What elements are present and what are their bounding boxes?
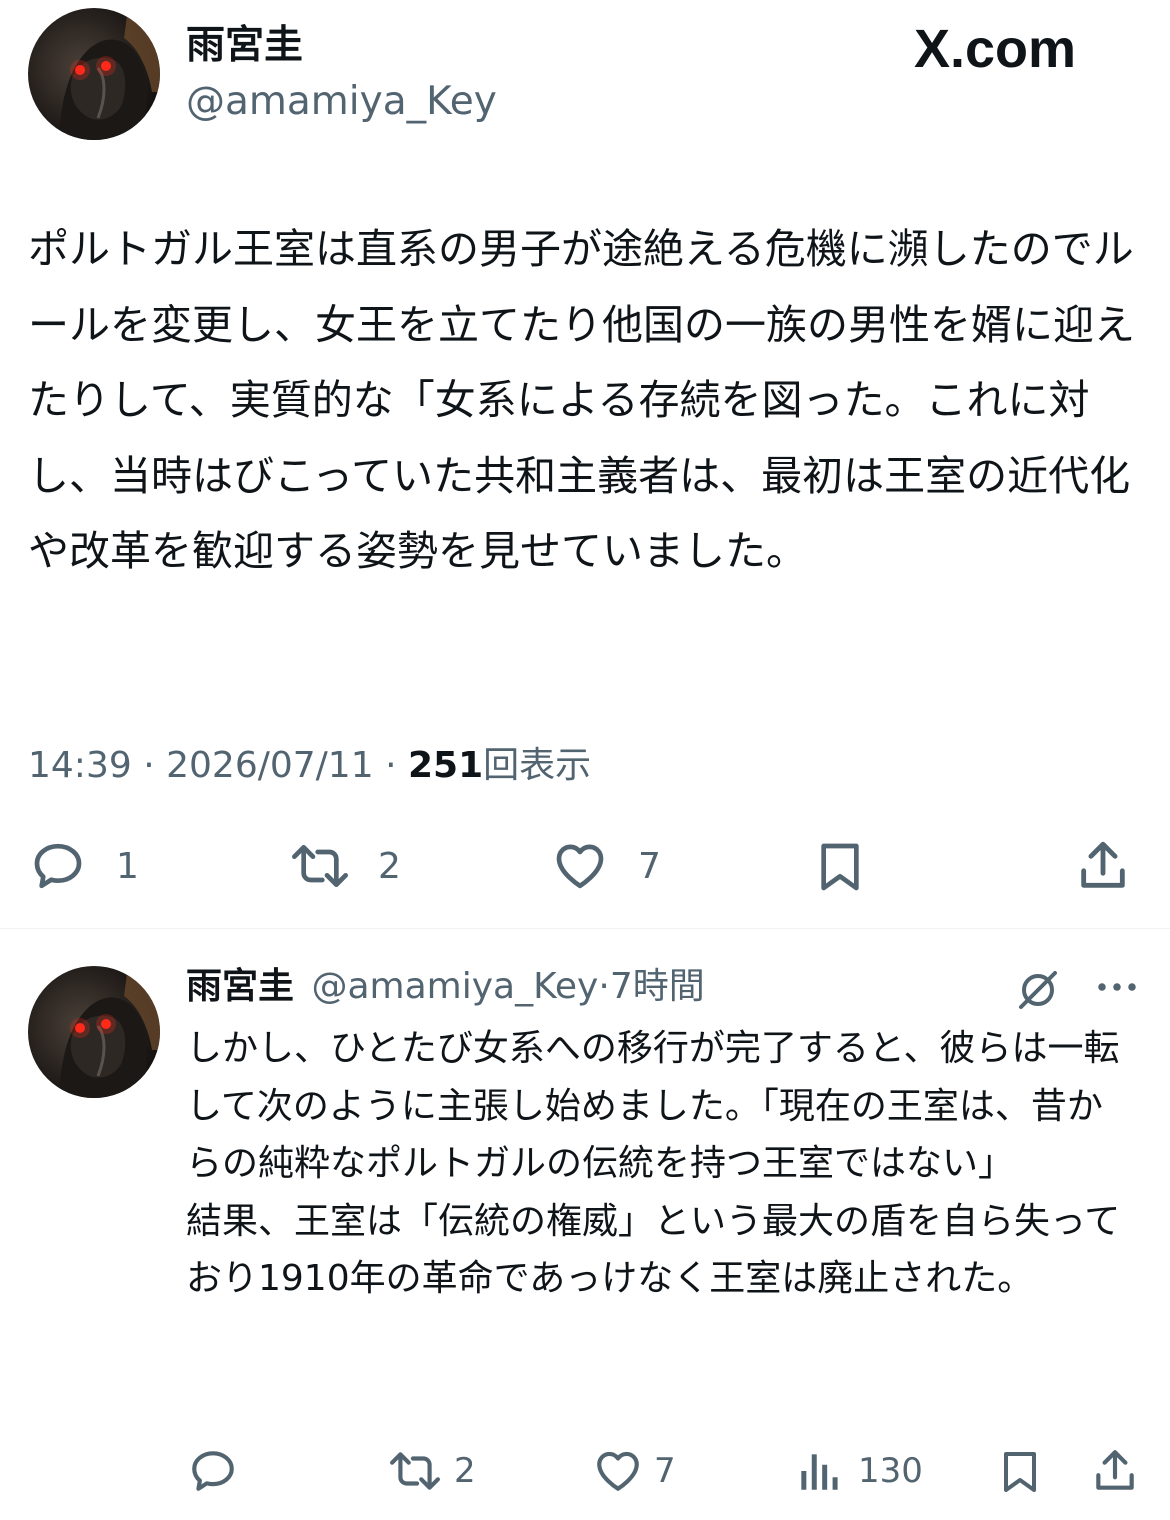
- share-icon: [1096, 1450, 1134, 1490]
- views-count: 251: [407, 745, 484, 786]
- reply-like-count: 7: [654, 1451, 676, 1491]
- tweet-text: ポルトガル王室は直系の男子が途絶える危機に瀕したのでルールを変更し、女王を立てた…: [28, 225, 1135, 575]
- grok-button[interactable]: [1014, 966, 1062, 1018]
- views-label: 回表示: [483, 745, 592, 786]
- meta-separator: ·: [385, 745, 397, 786]
- more-icon: [1098, 983, 1136, 991]
- author-handle[interactable]: @amamiya_Key: [186, 78, 497, 126]
- reply-header: 雨宮圭 @amamiya_Key·7時間: [186, 962, 705, 1012]
- tweet-time[interactable]: 14:39: [28, 745, 132, 786]
- reply-reply-button[interactable]: [186, 1446, 250, 1496]
- reply-icon: [34, 843, 82, 889]
- author-name[interactable]: 雨宮圭: [186, 22, 303, 70]
- bookmark-button[interactable]: [812, 838, 868, 896]
- author-avatar[interactable]: [28, 8, 160, 140]
- like-count: 7: [638, 845, 661, 887]
- reply-age[interactable]: 7時間: [610, 966, 705, 1007]
- more-button[interactable]: [1094, 972, 1140, 1006]
- reply-author-avatar[interactable]: [28, 966, 160, 1098]
- retweet-count: 2: [378, 845, 401, 887]
- retweet-button[interactable]: 2: [284, 838, 401, 894]
- tweet-meta: 14:39 · 2026/07/11 · 251回表示: [28, 742, 591, 790]
- tweet-date[interactable]: 2026/07/11: [166, 745, 374, 786]
- like-button[interactable]: 7: [548, 838, 661, 894]
- reply-views-button[interactable]: 130: [796, 1446, 923, 1496]
- heart-icon: [597, 1451, 639, 1491]
- reply-text: しかし、ひとたび女系への移行が完了すると、彼らは一転して次のように主張し始めまし…: [186, 1028, 1121, 1299]
- reply-share-button[interactable]: [1090, 1444, 1140, 1498]
- views-icon: [801, 1454, 838, 1490]
- retweet-icon: [390, 1452, 440, 1490]
- reply-views-count: 130: [858, 1451, 923, 1491]
- grok-icon: [1019, 971, 1057, 1009]
- x-logo: X.com: [914, 19, 1077, 79]
- bookmark-icon: [1004, 1452, 1036, 1492]
- tweet-divider: [0, 928, 1170, 929]
- reply-retweet-count: 2: [454, 1451, 476, 1491]
- reply-author-name[interactable]: 雨宮圭: [186, 966, 294, 1007]
- reply-icon: [192, 1451, 234, 1491]
- retweet-icon: [292, 845, 348, 887]
- reply-like-button[interactable]: 7: [590, 1446, 676, 1496]
- reply-bookmark-button[interactable]: [996, 1446, 1044, 1498]
- reply-retweet-button[interactable]: 2: [384, 1446, 476, 1496]
- reply-count: 1: [116, 845, 139, 887]
- share-button[interactable]: [1074, 836, 1132, 896]
- meta-separator: ·: [143, 745, 155, 786]
- meta-separator: ·: [598, 966, 610, 1007]
- share-icon: [1081, 841, 1125, 888]
- heart-icon: [556, 844, 604, 889]
- reply-button[interactable]: 1: [28, 838, 139, 894]
- bookmark-icon: [821, 843, 859, 891]
- reply-author-handle[interactable]: @amamiya_Key: [311, 966, 598, 1007]
